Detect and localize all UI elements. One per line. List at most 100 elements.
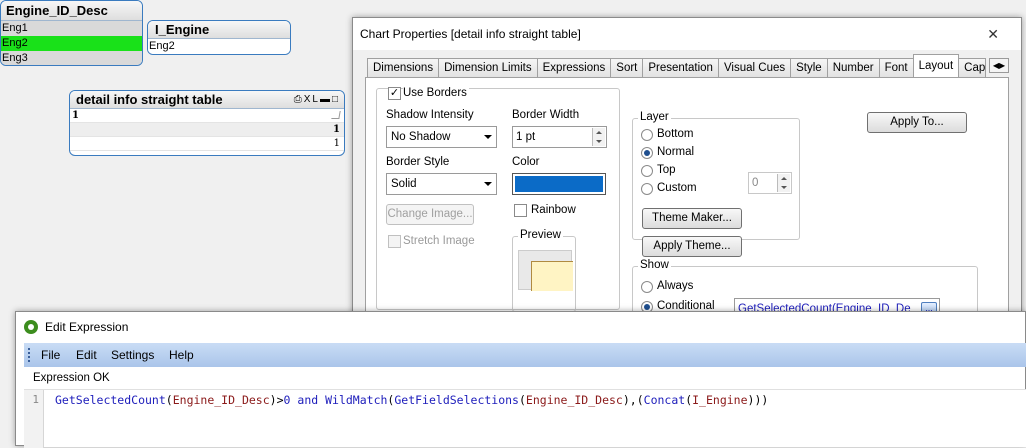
- code-token: Concat: [643, 393, 686, 407]
- apply-to-button[interactable]: Apply To...: [867, 112, 967, 133]
- column-header[interactable]: 1: [72, 110, 79, 121]
- table-row[interactable]: 1: [70, 137, 344, 151]
- borders-group: [376, 88, 620, 310]
- menu-settings[interactable]: Settings: [111, 343, 154, 367]
- maximize-icon[interactable]: □: [332, 94, 340, 105]
- layer-custom-label[interactable]: Custom: [657, 182, 697, 194]
- table-total-row: 1: [70, 123, 344, 137]
- rainbow-label[interactable]: Rainbow: [531, 204, 576, 216]
- use-borders-label[interactable]: Use Borders: [403, 87, 469, 99]
- tab-dimension-limits[interactable]: Dimension Limits: [438, 58, 538, 77]
- color-swatch: [515, 176, 603, 192]
- table-header-row[interactable]: 1: [70, 109, 344, 123]
- listbox-caption[interactable]: Engine_ID_Desc: [1, 1, 142, 21]
- layer-top-label[interactable]: Top: [657, 164, 676, 176]
- border-color-button[interactable]: [512, 173, 606, 195]
- expression-status: Expression OK: [33, 372, 110, 384]
- edit-title-bar[interactable]: Edit Expression: [16, 312, 1025, 342]
- grip-icon[interactable]: [28, 348, 30, 362]
- table-title: detail info straight table: [76, 92, 223, 107]
- tab-style[interactable]: Style: [790, 58, 828, 77]
- menu-edit[interactable]: Edit: [76, 343, 97, 367]
- layout-tab-pane: ✓ Use Borders Shadow Intensity No Shadow…: [365, 77, 1009, 320]
- chevron-down-icon: [484, 182, 492, 186]
- list-item[interactable]: Eng2: [148, 39, 290, 54]
- expression-editor[interactable]: 1 GetSelectedCount(Engine_ID_Desc)>0 and…: [24, 389, 1026, 448]
- chart-properties-dialog: Chart Properties [detail info straight t…: [352, 17, 1022, 320]
- preview-sample: [531, 261, 573, 291]
- chevron-down-icon: [484, 135, 492, 139]
- listbox-engine-id-desc[interactable]: Engine_ID_Desc Eng1 Eng2 Eng3: [0, 0, 143, 66]
- spinner-arrows-icon[interactable]: [777, 174, 790, 192]
- close-icon[interactable]: ✕: [987, 18, 999, 50]
- layer-top-radio[interactable]: [641, 165, 653, 177]
- show-always-label[interactable]: Always: [657, 280, 693, 292]
- shadow-intensity-value: No Shadow: [391, 131, 451, 143]
- list-item[interactable]: Eng3: [1, 51, 142, 65]
- menu-file[interactable]: File: [41, 343, 60, 367]
- code-token: ),(: [622, 393, 644, 407]
- minimize-icon[interactable]: ▬: [320, 94, 332, 105]
- color-label: Color: [512, 156, 540, 168]
- shadow-intensity-select[interactable]: No Shadow: [386, 126, 497, 148]
- use-borders-checkbox[interactable]: ✓: [388, 87, 401, 100]
- code-token: ))): [747, 393, 769, 407]
- edit-title: Edit Expression: [45, 320, 129, 334]
- tab-font[interactable]: Font: [878, 58, 914, 77]
- total-value: 1: [333, 124, 340, 135]
- layer-normal-label[interactable]: Normal: [657, 146, 694, 158]
- menu-bar: File Edit Settings Help: [24, 343, 1026, 367]
- show-always-radio[interactable]: [641, 281, 653, 293]
- shadow-intensity-label: Shadow Intensity: [386, 109, 474, 121]
- custom-layer-spinner[interactable]: 0: [748, 172, 792, 194]
- caption-icons[interactable]: ⎙XL▬□: [294, 91, 340, 109]
- code-token: (: [518, 393, 526, 407]
- layer-label: Layer: [638, 111, 671, 123]
- stretch-image-checkbox[interactable]: [388, 235, 401, 248]
- listbox-i-engine[interactable]: I_Engine Eng2: [147, 20, 291, 55]
- print-icon[interactable]: ⎙: [294, 94, 304, 105]
- tab-presentation[interactable]: Presentation: [642, 58, 719, 77]
- excel-icon[interactable]: XL: [304, 94, 320, 105]
- tab-sort[interactable]: Sort: [610, 58, 644, 77]
- straight-table[interactable]: detail info straight table ⎙XL▬□ 1 1 1: [69, 90, 345, 156]
- border-style-select[interactable]: Solid: [386, 173, 497, 195]
- tab-scroll-arrows[interactable]: ◀▶: [989, 58, 1009, 73]
- edit-expression-dialog: Edit Expression File Edit Settings Help …: [15, 311, 1026, 448]
- border-width-spinner[interactable]: 1 pt: [512, 126, 607, 148]
- line-number: 1: [24, 390, 44, 448]
- spinner-arrows-icon[interactable]: [592, 128, 605, 146]
- list-item-selected[interactable]: Eng2: [1, 36, 142, 51]
- border-style-label: Border Style: [386, 156, 450, 168]
- menu-help[interactable]: Help: [169, 343, 194, 367]
- expression-code[interactable]: GetSelectedCount(Engine_ID_Desc)>0 and W…: [55, 390, 768, 410]
- stretch-image-label[interactable]: Stretch Image: [403, 235, 475, 247]
- code-token: (: [165, 393, 173, 407]
- dialog-title-bar[interactable]: Chart Properties [detail info straight t…: [353, 18, 1021, 50]
- tab-caption[interactable]: Cap: [958, 58, 987, 77]
- list-item[interactable]: Eng1: [1, 21, 142, 36]
- table-caption[interactable]: detail info straight table ⎙XL▬□: [70, 91, 344, 109]
- tab-visual-cues[interactable]: Visual Cues: [717, 58, 792, 77]
- code-token: I_Engine: [692, 393, 748, 407]
- tab-expressions[interactable]: Expressions: [536, 58, 612, 77]
- layer-normal-radio[interactable]: [641, 147, 653, 159]
- rainbow-checkbox[interactable]: [514, 204, 527, 217]
- border-preview: [518, 250, 573, 291]
- listbox-caption[interactable]: I_Engine: [148, 21, 290, 39]
- sort-icon: [331, 111, 341, 119]
- border-width-value: 1 pt: [516, 131, 536, 143]
- apply-theme-button[interactable]: Apply Theme...: [642, 236, 742, 257]
- tab-number[interactable]: Number: [826, 58, 880, 77]
- code-token: Engine_ID_Desc: [525, 393, 623, 407]
- layer-custom-radio[interactable]: [641, 183, 653, 195]
- change-image-button[interactable]: Change Image...: [386, 204, 474, 225]
- layer-bottom-radio[interactable]: [641, 129, 653, 141]
- qlikview-icon: [24, 320, 38, 334]
- code-token: GetSelectedCount: [55, 393, 166, 407]
- theme-maker-button[interactable]: Theme Maker...: [642, 208, 742, 229]
- dialog-title: Chart Properties [detail info straight t…: [360, 27, 581, 41]
- tab-layout[interactable]: Layout: [912, 54, 960, 77]
- layer-bottom-label[interactable]: Bottom: [657, 128, 693, 140]
- tab-dimensions[interactable]: Dimensions: [367, 58, 440, 77]
